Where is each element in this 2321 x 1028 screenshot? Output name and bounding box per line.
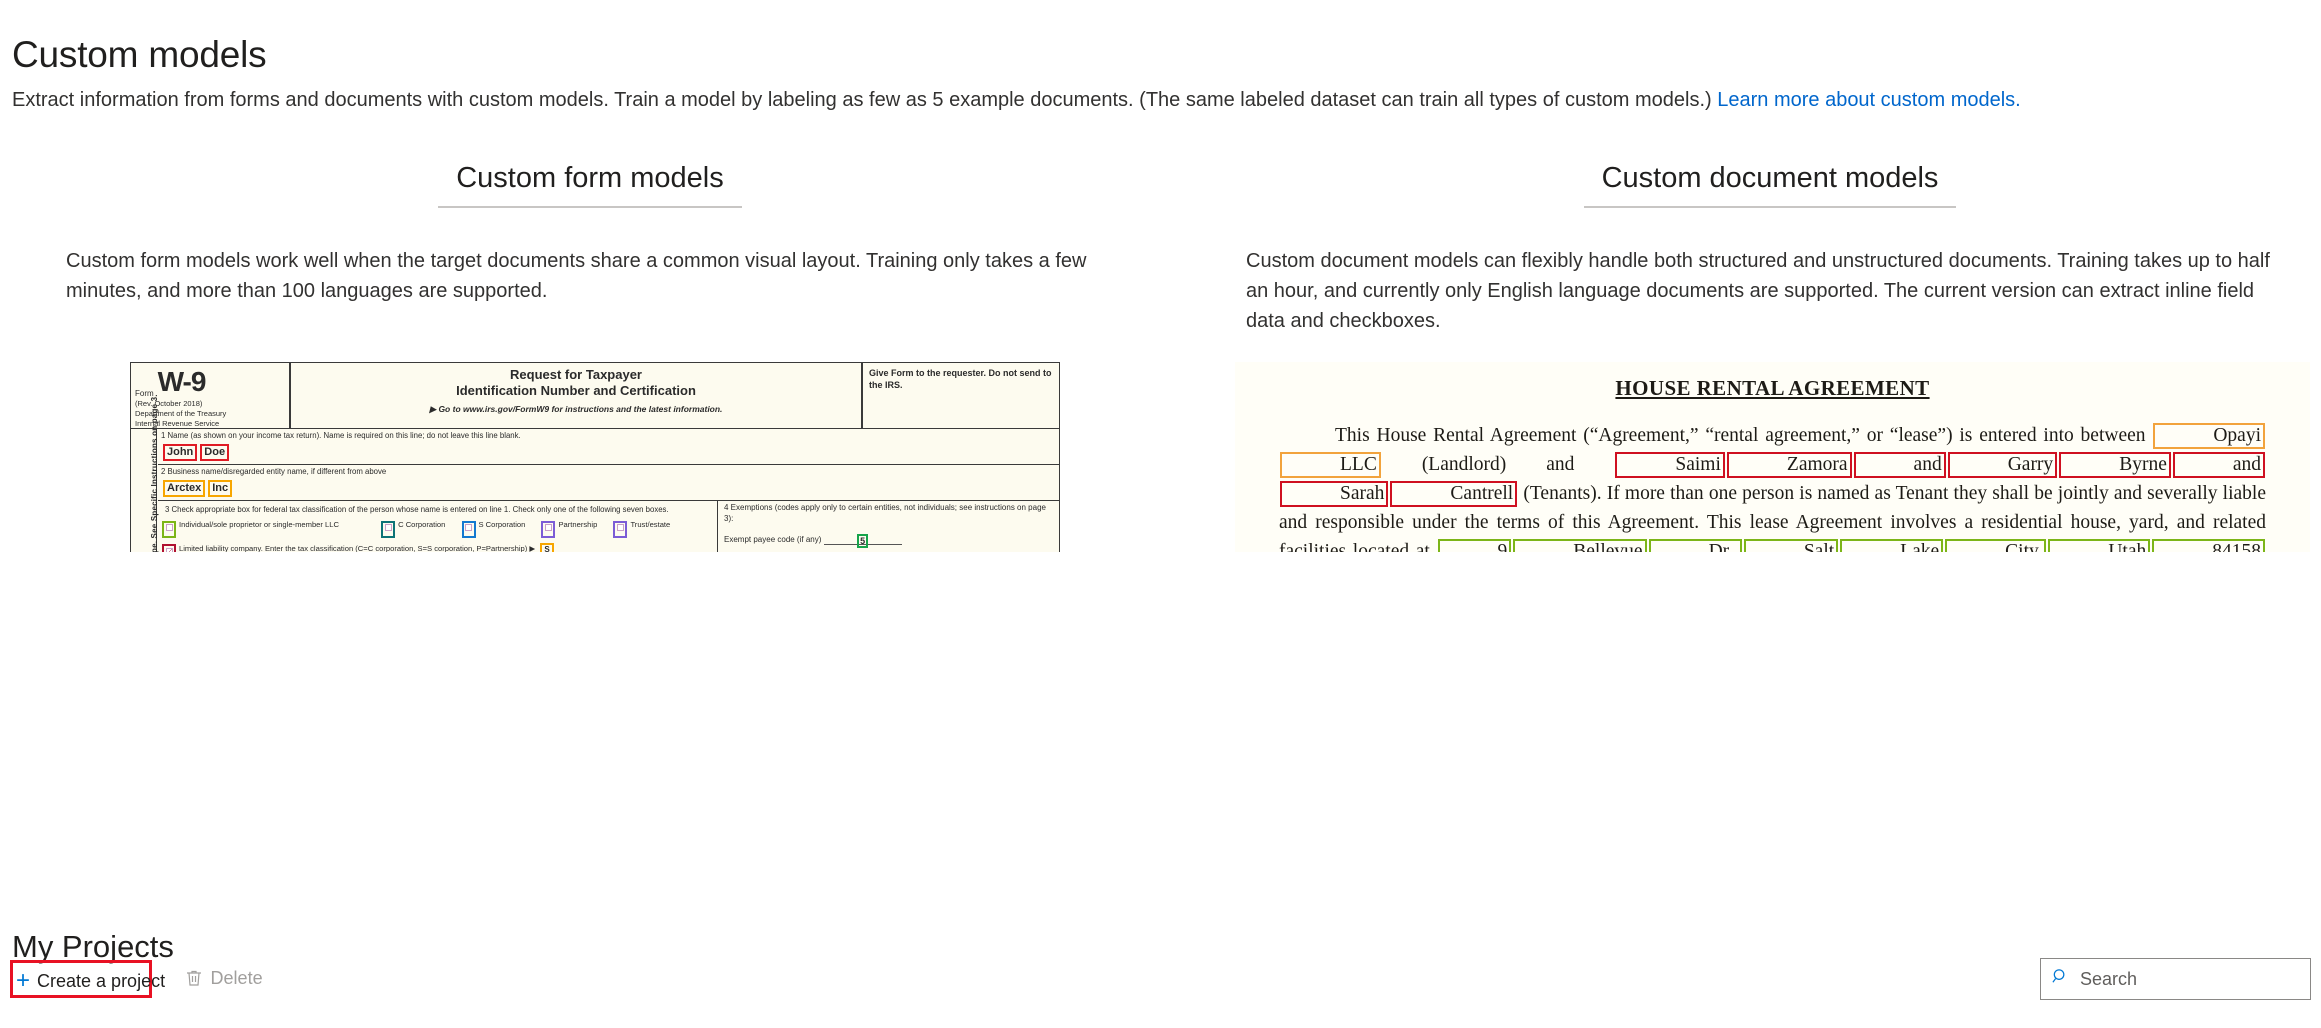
checkbox-trust-icon[interactable] — [613, 520, 628, 538]
my-projects-heading: My Projects — [12, 928, 174, 964]
create-a-project-button[interactable]: + Create a project — [12, 965, 175, 997]
rental-p1-text-a: This House Rental Agreement (“Agreement,… — [1335, 425, 2153, 446]
rental-tenant-token: and — [1853, 452, 1946, 478]
rental-landlord-token: Opayi — [2153, 423, 2265, 449]
rental-tenant-token: Garry — [1947, 452, 2058, 478]
w9-vertical-sidebar: Print or type. See Specific Instructions… — [131, 394, 159, 552]
learn-more-link[interactable]: Learn more about custom models. — [1717, 89, 2021, 111]
w9-header: Form W-9 (Rev. October 2018) Department o… — [131, 363, 1059, 429]
checkbox-partnership-icon[interactable] — [541, 520, 556, 538]
w9-line1-row: 1 Name (as shown on your income tax retu… — [158, 429, 1059, 465]
trash-icon — [184, 968, 204, 988]
w9-classification-block: 3 Check appropriate box for federal tax … — [158, 501, 718, 552]
checkbox-individual-icon[interactable] — [162, 520, 176, 538]
checkbox-scorp-label: S Corporation — [478, 520, 526, 529]
create-a-project-label: Create a project — [37, 970, 166, 991]
custom-document-models-column: Custom document models Custom document m… — [1240, 160, 2300, 336]
w9-title-line1: Request for Taxpayer — [510, 367, 642, 382]
rental-landlord-token: LLC — [1280, 452, 1381, 478]
rental-tenant-token: Cantrell — [1390, 481, 1518, 507]
w9-body: Print or type. See Specific Instructions… — [131, 394, 1059, 552]
w9-line1-value: John Doe — [158, 441, 1059, 464]
w9-checkbox-row-1: Individual/sole proprietor or single-mem… — [162, 520, 713, 538]
projects-toolbar: + Create a project Delete — [12, 962, 273, 1006]
w9-line1-label: 1 Name (as shown on your income tax retu… — [161, 431, 521, 440]
rental-tenant-token: Sarah — [1280, 481, 1389, 507]
rental-address-token: Utah — [2048, 539, 2151, 552]
checkbox-llc-icon[interactable] — [162, 544, 176, 552]
rental-agreement-title: HOUSE RENTAL AGREEMENT — [1615, 376, 1930, 400]
w9-line2-row: 2 Business name/disregarded entity name,… — [158, 465, 1059, 501]
rental-address-token: Bellevue — [1513, 539, 1647, 552]
w9-main-fields: 1 Name (as shown on your income tax retu… — [158, 429, 1059, 552]
rental-address-token: Salt — [1743, 539, 1839, 552]
search-icon — [2051, 967, 2070, 991]
delete-label: Delete — [210, 967, 263, 988]
checkbox-ccorp-icon[interactable] — [381, 520, 396, 538]
w9-header-center: Request for Taxpayer Identification Numb… — [293, 363, 859, 429]
rental-address-token: Dr., — [1648, 539, 1742, 552]
page-title: Custom models — [12, 33, 267, 75]
rental-tenant-token: Byrne — [2059, 452, 2171, 478]
delete-button[interactable]: Delete — [180, 962, 273, 994]
checkbox-ccorp-label: C Corporation — [398, 520, 446, 529]
w9-label-token: Inc — [208, 480, 233, 497]
custom-document-model-sample-image: HOUSE RENTAL AGREEMENT This House Rental… — [1235, 362, 2310, 552]
w9-line3-label: 3 Check appropriate box for federal tax … — [165, 505, 669, 514]
checkbox-ccorp: C Corporation — [381, 520, 445, 538]
page-description-text: Extract information from forms and docum… — [12, 89, 1718, 111]
custom-document-models-body: Custom document models can flexibly hand… — [1246, 250, 2270, 332]
w9-form-preview: Form W-9 (Rev. October 2018) Department o… — [130, 362, 1060, 552]
w9-goto-line: ▶ Go to www.irs.gov/FormW9 for instructi… — [429, 404, 723, 414]
page-description: Extract information from forms and docum… — [12, 87, 2021, 113]
checkbox-llc-label: Limited liability company. Enter the tax… — [179, 543, 536, 553]
w9-llc-value: S — [540, 542, 554, 552]
custom-form-models-body: Custom form models work well when the ta… — [66, 250, 1087, 302]
w9-line2-label: 2 Business name/disregarded entity name,… — [161, 467, 387, 476]
rental-paragraph-1: This House Rental Agreement (“Agreement,… — [1279, 421, 2266, 552]
checkbox-trust: Trust/estate — [613, 520, 670, 538]
search-input[interactable] — [2078, 967, 2314, 991]
rental-agreement-preview: HOUSE RENTAL AGREEMENT This House Rental… — [1235, 362, 2310, 552]
rental-tenant-token: Zamora — [1726, 452, 1852, 478]
custom-models-page: Custom models Extract information from f… — [0, 0, 2321, 1028]
custom-form-model-sample-image: Form W-9 (Rev. October 2018) Department o… — [130, 362, 1060, 552]
checkbox-scorp: S Corporation — [461, 520, 526, 538]
checkbox-partnership-label: Partnership — [558, 520, 598, 529]
w9-exempt-payee-field[interactable]: 5 — [823, 534, 902, 548]
rental-address-token: 9 — [1437, 539, 1512, 552]
w9-label-token: John — [163, 444, 198, 461]
custom-document-models-heading: Custom document models — [1240, 160, 2300, 220]
search-box[interactable] — [2040, 958, 2314, 1000]
w9-header-right: Give Form to the requester. Do not send … — [861, 363, 1059, 429]
custom-form-models-heading: Custom form models — [60, 160, 1120, 220]
w9-title-line2: Identification Number and Certification — [456, 383, 696, 398]
custom-form-models-column: Custom form models Custom form models wo… — [60, 160, 1120, 306]
checkbox-scorp-icon[interactable] — [461, 520, 476, 538]
checkbox-individual-label: Individual/sole proprietor or single-mem… — [179, 520, 339, 529]
checkbox-trust-label: Trust/estate — [630, 520, 671, 529]
w9-label-token: Arctex — [163, 480, 206, 497]
w9-exempt-payee-row: Exempt payee code (if any) 5 — [724, 534, 1054, 548]
rental-tenant-token: and — [2172, 452, 2265, 478]
w9-form-number: W-9 — [157, 366, 207, 397]
plus-icon: + — [16, 967, 31, 994]
w9-exempt-payee-label: Exempt payee code (if any) — [724, 535, 822, 544]
w9-label-token: Doe — [200, 444, 230, 461]
rental-p1-text-b: (Landlord) and — [1381, 454, 1615, 475]
w9-line3-section: 3 Check appropriate box for federal tax … — [158, 501, 1059, 552]
checkbox-partnership: Partnership — [541, 520, 597, 538]
custom-document-models-heading-text: Custom document models — [1583, 160, 1957, 208]
rental-address-token: 84158 — [2152, 539, 2265, 552]
rental-address-token: City, — [1945, 539, 2047, 552]
w9-line2-value: Arctex Inc — [158, 477, 1059, 500]
custom-form-models-heading-text: Custom form models — [438, 160, 742, 208]
rental-tenant-token: Saimi — [1615, 452, 1725, 478]
w9-line4-label: 4 Exemptions (codes apply only to certai… — [724, 503, 1046, 523]
w9-exempt-payee-value: 5 — [857, 534, 869, 548]
w9-exemptions-block: 4 Exemptions (codes apply only to certai… — [719, 501, 1059, 552]
w9-checkbox-row-llc: Limited liability company. Enter the tax… — [162, 542, 713, 553]
rental-address-token: Lake — [1840, 539, 1944, 552]
